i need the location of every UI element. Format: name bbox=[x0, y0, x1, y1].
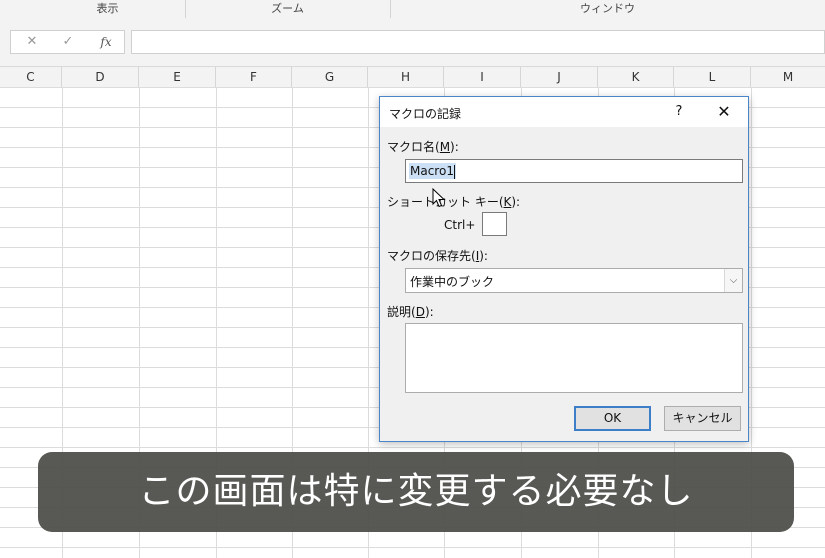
column-header-f[interactable]: F bbox=[216, 67, 292, 87]
formula-input[interactable] bbox=[131, 30, 825, 54]
ribbon-group-view: 表示 bbox=[96, 2, 119, 15]
column-header-j[interactable]: J bbox=[521, 67, 598, 87]
column-header-i[interactable]: I bbox=[444, 67, 521, 87]
formula-buttons: ✕ ✓ fx bbox=[10, 30, 125, 54]
mouse-pointer-icon bbox=[432, 188, 446, 208]
macro-name-value: Macro1 bbox=[409, 163, 456, 179]
column-header-k[interactable]: K bbox=[598, 67, 674, 87]
ribbon-group-zoom: ズーム bbox=[271, 2, 304, 15]
shortcut-key-input[interactable] bbox=[482, 212, 507, 236]
subtitle-caption: この画面は特に変更する必要なし bbox=[38, 452, 794, 532]
description-label: 説明(D): bbox=[387, 305, 434, 319]
cancel-entry-icon[interactable]: ✕ bbox=[19, 31, 45, 53]
help-icon[interactable]: ? bbox=[668, 102, 690, 122]
column-header-c[interactable]: C bbox=[0, 67, 62, 87]
column-headers: C D E F G H I J K L M bbox=[0, 66, 825, 88]
shortcut-key-label: ショートカット キー(K): bbox=[387, 195, 521, 209]
chevron-down-icon[interactable]: ⌵ bbox=[724, 269, 742, 292]
close-icon[interactable]: ✕ bbox=[712, 101, 736, 123]
formula-bar: ✕ ✓ fx bbox=[0, 18, 825, 68]
column-header-m[interactable]: M bbox=[751, 67, 825, 87]
insert-function-icon[interactable]: fx bbox=[93, 31, 119, 53]
column-header-h[interactable]: H bbox=[368, 67, 444, 87]
ribbon-group-labels: 表示 ズーム ウィンドウ bbox=[0, 0, 825, 19]
cancel-button[interactable]: キャンセル bbox=[664, 406, 741, 431]
store-macro-label: マクロの保存先(I): bbox=[387, 249, 488, 263]
ctrl-label: Ctrl+ bbox=[444, 218, 476, 232]
record-macro-dialog: マクロの記録 ? ✕ マクロ名(M): Macro1 ショートカット キー(K)… bbox=[379, 96, 749, 442]
macro-name-input[interactable]: Macro1 bbox=[405, 159, 743, 183]
ribbon-group-window: ウィンドウ bbox=[580, 2, 635, 15]
column-header-g[interactable]: G bbox=[292, 67, 368, 87]
dialog-title-bar[interactable]: マクロの記録 ? ✕ bbox=[380, 97, 748, 127]
store-macro-value: 作業中のブック bbox=[410, 275, 495, 289]
description-textarea[interactable] bbox=[405, 323, 743, 393]
ok-button[interactable]: OK bbox=[574, 406, 651, 431]
column-header-d[interactable]: D bbox=[62, 67, 139, 87]
column-header-l[interactable]: L bbox=[674, 67, 751, 87]
dialog-title: マクロの記録 bbox=[389, 107, 462, 121]
macro-name-label: マクロ名(M): bbox=[387, 140, 459, 154]
store-macro-select[interactable]: 作業中のブック ⌵ bbox=[405, 268, 743, 293]
column-header-e[interactable]: E bbox=[139, 67, 216, 87]
enter-entry-icon[interactable]: ✓ bbox=[55, 31, 81, 53]
